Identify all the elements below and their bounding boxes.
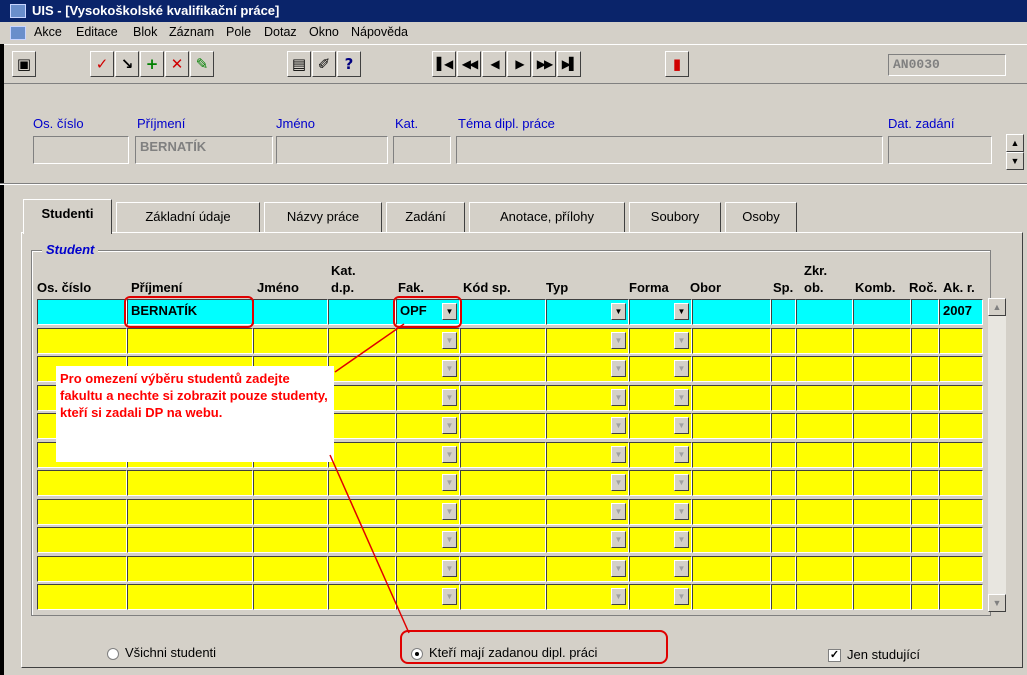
only-studying-checkbox[interactable]: ✓ xyxy=(828,649,841,662)
all-students-label[interactable]: Všichni studenti xyxy=(125,645,216,660)
assigned-thesis-radio[interactable] xyxy=(411,648,423,660)
connector-to-radio xyxy=(329,454,410,634)
tab-studenti[interactable]: Studenti xyxy=(23,199,112,234)
all-students-radio[interactable] xyxy=(107,648,119,660)
assigned-thesis-label[interactable]: Kteří mají zadanou dipl. práci xyxy=(429,645,597,660)
only-studying-label[interactable]: Jen studující xyxy=(847,647,920,662)
annotation-connectors xyxy=(329,323,410,634)
connector-to-fakulta xyxy=(334,323,405,373)
